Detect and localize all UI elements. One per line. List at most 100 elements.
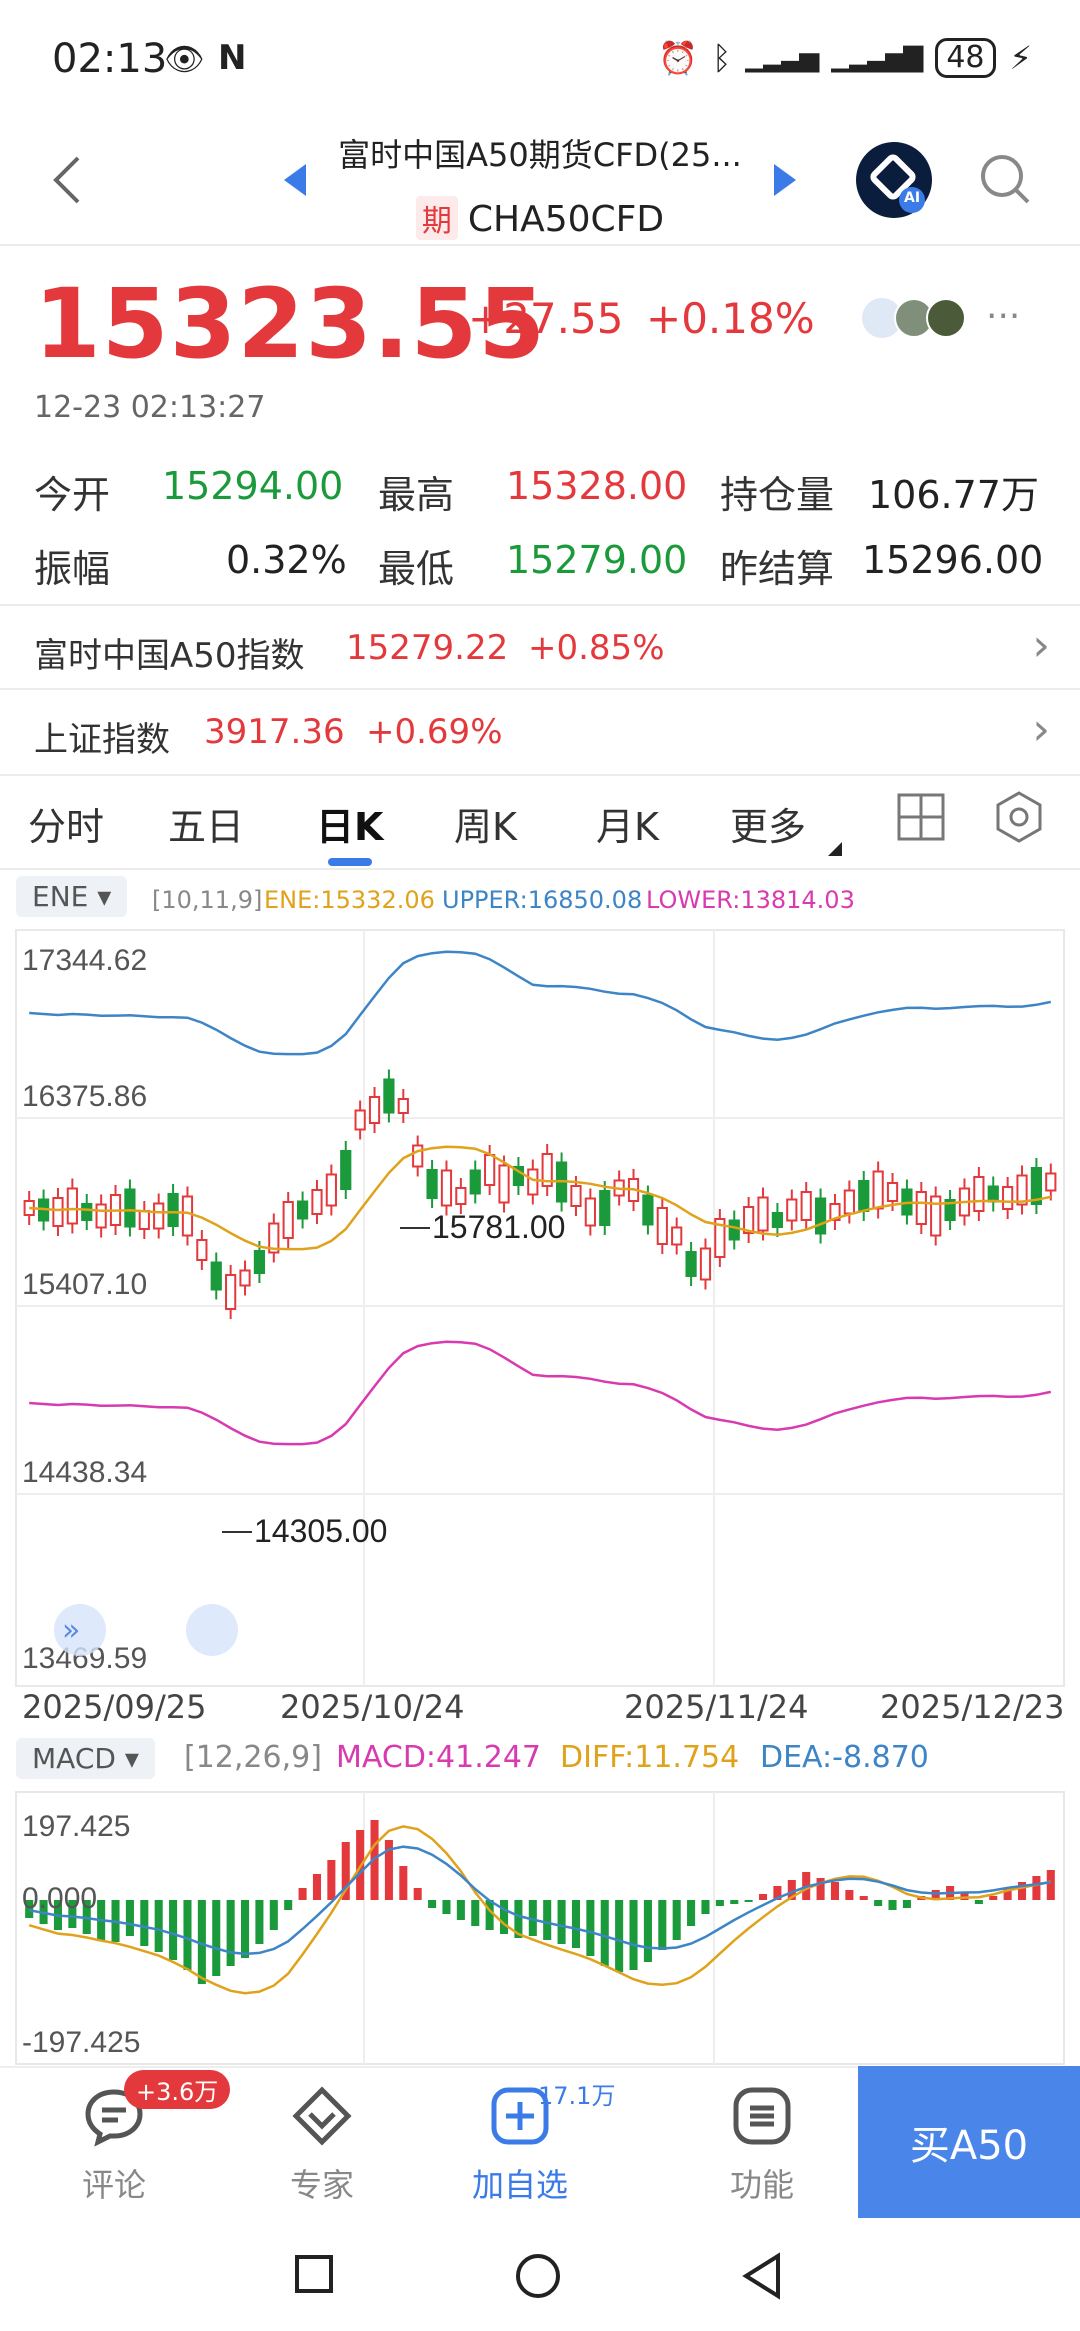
settings-icon[interactable] (992, 790, 1046, 848)
ene-params: [10,11,9] (152, 886, 263, 914)
eye-icon: 👁 (164, 40, 205, 78)
recents-icon[interactable] (294, 2254, 334, 2294)
oi-label: 持仓量 (720, 473, 835, 517)
alarm-icon: ⏰ (658, 39, 699, 77)
menu-icon (733, 2087, 791, 2145)
related-row-sh[interactable]: 上证指数 3917.36 +0.69% › (0, 690, 1080, 776)
macd-bar (312, 1874, 322, 1900)
candle (498, 1164, 510, 1204)
charging-icon: ⚡ (1009, 39, 1032, 77)
related-name: 上证指数 (34, 720, 170, 760)
candle (196, 1239, 208, 1261)
candle (253, 1250, 266, 1274)
candle (153, 1202, 165, 1230)
macd-bar (399, 1866, 408, 1900)
home-icon[interactable] (514, 2252, 562, 2300)
discussion-avatars[interactable] (862, 298, 966, 338)
macd-bar (413, 1888, 422, 1900)
candle (484, 1154, 496, 1186)
macd-bar (240, 1900, 250, 1958)
system-nav-bar (0, 2226, 1080, 2331)
oi-value: 106.77万 (868, 473, 1039, 517)
macd-indicator-select[interactable]: MACD ▾ (16, 1738, 155, 1779)
header-divider (0, 244, 1080, 246)
macd-bar (629, 1900, 638, 1970)
kline-chart[interactable]: 17344.62 16375.86 15407.10 14438.34 1346… (0, 920, 1080, 1700)
kline-indicator-select[interactable]: ENE ▾ (16, 876, 128, 917)
tab-daily-k[interactable]: 日K (316, 796, 383, 851)
more-icon[interactable]: ··· (986, 296, 1020, 337)
indicator-name: MACD (32, 1742, 116, 1775)
candle (599, 1190, 611, 1226)
candle (368, 1096, 381, 1124)
high-marker: 15781.00 (432, 1209, 565, 1245)
related-row-a50[interactable]: 富时中国A50指数 15279.22 +0.85% › (0, 606, 1080, 692)
avatar (926, 298, 966, 338)
candle (426, 1169, 438, 1199)
back-nav-icon[interactable] (740, 2252, 784, 2300)
macd-bar (471, 1900, 480, 1926)
candle (282, 1201, 294, 1239)
macd-bar (125, 1900, 134, 1936)
candle (800, 1191, 812, 1221)
low-label: 最低 (378, 547, 455, 591)
search-icon[interactable] (978, 152, 1034, 212)
high-label: 最高 (378, 473, 455, 517)
candle (786, 1198, 798, 1222)
ai-assistant-button[interactable]: AI (856, 142, 932, 218)
candle (728, 1219, 740, 1241)
candle (440, 1169, 453, 1207)
candle (138, 1210, 150, 1230)
fullscreen-icon[interactable] (186, 1604, 238, 1656)
candle (915, 1191, 927, 1225)
macd-bar (643, 1900, 652, 1962)
high-value: 15328.00 (506, 464, 688, 508)
functions-button[interactable]: 功能 (682, 2072, 842, 2206)
macd-bar (571, 1900, 581, 1948)
candle (52, 1197, 64, 1227)
macd-chart[interactable]: 197.425 0.000 -197.425 (0, 1790, 1080, 2066)
low-marker: 14305.00 (254, 1513, 387, 1549)
tab-weekly-k[interactable]: 周K (454, 796, 517, 851)
macd-bar (183, 1900, 192, 1970)
prev-settle-label: 昨结算 (720, 547, 835, 591)
macd-bar (269, 1900, 278, 1930)
macd-bar (499, 1900, 509, 1934)
macd-bar (658, 1900, 667, 1950)
double-chevron-icon: » (62, 1613, 80, 1648)
candle (325, 1173, 337, 1207)
nfc-icon: N (218, 38, 247, 78)
add-watchlist-label: 加自选 (471, 2166, 568, 2204)
candle (225, 1274, 237, 1310)
buy-button[interactable]: 买A50 (858, 2066, 1080, 2218)
expert-button[interactable]: 专家 (242, 2072, 402, 2206)
candle (987, 1185, 999, 1203)
macd-bar (226, 1900, 235, 1966)
status-icons: ⏰ ᛒ ▁▂▃▅ ▁▂▃▅▇ 48 ⚡ (658, 38, 1032, 78)
candle (858, 1180, 870, 1212)
macd-bar (874, 1900, 883, 1906)
related-value: 3917.36 (204, 712, 345, 752)
grid-layout-icon[interactable] (896, 792, 946, 846)
candle (671, 1226, 683, 1246)
macd-bar (701, 1900, 710, 1914)
amplitude-value: 0.32% (226, 538, 347, 582)
candle (843, 1189, 855, 1215)
status-bar: 02:13 👁 N ⏰ ᛒ ▁▂▃▅ ▁▂▃▅▇ 48 ⚡ (0, 0, 1080, 120)
futures-tag: 期 (415, 196, 458, 240)
macd-bar (687, 1900, 696, 1926)
candle (397, 1098, 409, 1114)
diff-value: DIFF:11.754 (560, 1740, 740, 1775)
tab-monthly-k[interactable]: 月K (596, 796, 659, 851)
macd-bar (1032, 1876, 1041, 1900)
amplitude-label: 振幅 (34, 547, 111, 591)
tab-more[interactable]: 更多 (730, 796, 806, 851)
tab-intraday[interactable]: 分时 (28, 796, 104, 851)
open-value: 15294.00 (162, 464, 344, 508)
macd-bar (298, 1888, 307, 1900)
candle (642, 1194, 654, 1226)
macd-bar (715, 1900, 724, 1906)
tab-five-day[interactable]: 五日 (168, 796, 244, 851)
prev-settle-value: 15296.00 (862, 538, 1044, 582)
x-label-date: 2025/09/25 (22, 1688, 207, 1726)
